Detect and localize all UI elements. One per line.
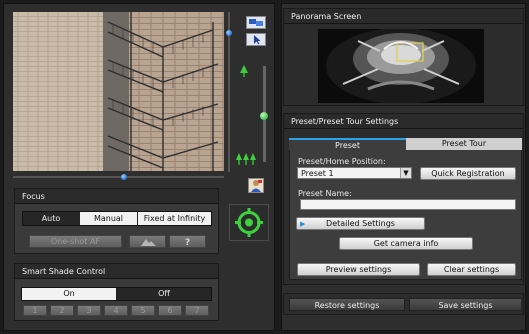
chevron-down-icon: ▼ bbox=[400, 168, 411, 178]
pan-slider-handle[interactable] bbox=[121, 174, 127, 180]
target-icon bbox=[235, 208, 263, 237]
preset-header: Preset/Preset Tour Settings bbox=[284, 114, 523, 129]
zoom-wide-icon bbox=[236, 153, 256, 165]
tab-preset[interactable]: Preset bbox=[289, 138, 406, 150]
save-settings-button[interactable]: Save settings bbox=[409, 298, 522, 311]
screen-capture-icon[interactable] bbox=[246, 16, 266, 29]
focus-header: Focus bbox=[15, 189, 218, 204]
shade-level-5[interactable]: 5 bbox=[131, 305, 155, 316]
preset-name-input[interactable] bbox=[300, 199, 516, 210]
panorama-image bbox=[326, 29, 476, 103]
detailed-settings-button[interactable]: ▶ Detailed Settings bbox=[296, 217, 425, 230]
camera-view[interactable] bbox=[13, 12, 224, 171]
shade-level-4[interactable]: 4 bbox=[104, 305, 128, 316]
tab-preset-tour[interactable]: Preset Tour bbox=[406, 138, 522, 150]
shade-level-1[interactable]: 1 bbox=[23, 305, 47, 316]
home-position-select[interactable]: Preset 1 ▼ bbox=[297, 167, 412, 179]
home-position-label: Preset/Home Position: bbox=[298, 157, 386, 166]
mountain-icon bbox=[140, 239, 156, 246]
shade-level-6[interactable]: 6 bbox=[158, 305, 182, 316]
quick-registration-button[interactable]: Quick Registration bbox=[420, 167, 516, 180]
smart-shade-off-button[interactable]: Off bbox=[117, 288, 211, 300]
pan-slider-track[interactable] bbox=[13, 176, 224, 178]
svg-text:?: ? bbox=[185, 238, 190, 247]
shade-level-7[interactable]: 7 bbox=[185, 305, 209, 316]
cursor-select-icon[interactable] bbox=[246, 33, 266, 46]
shade-level-2[interactable]: 2 bbox=[50, 305, 74, 316]
panorama-view[interactable] bbox=[318, 29, 484, 103]
get-camera-info-button[interactable]: Get camera info bbox=[339, 237, 473, 250]
zoom-tele-icon bbox=[240, 65, 248, 77]
home-position-button[interactable] bbox=[229, 204, 269, 241]
tilt-slider-track[interactable] bbox=[228, 12, 230, 172]
focus-auto-button[interactable]: Auto bbox=[23, 212, 79, 225]
one-shot-af-button[interactable]: One-shot AF bbox=[29, 235, 122, 248]
clear-settings-button[interactable]: Clear settings bbox=[427, 263, 516, 276]
person-detect-icon[interactable] bbox=[248, 178, 264, 193]
focus-near-button[interactable] bbox=[129, 235, 166, 248]
tilt-slider-handle[interactable] bbox=[226, 30, 232, 36]
preview-settings-button[interactable]: Preview settings bbox=[297, 263, 420, 276]
play-triangle-icon: ▶ bbox=[300, 220, 306, 228]
focus-fixed-infinity-button[interactable]: Fixed at Infinity bbox=[138, 212, 211, 225]
smart-shade-on-button[interactable]: On bbox=[22, 288, 116, 300]
camera-image bbox=[13, 12, 224, 171]
focus-help-button[interactable]: ? bbox=[169, 235, 206, 248]
zoom-slider-handle[interactable] bbox=[260, 112, 268, 120]
home-position-value: Preset 1 bbox=[301, 169, 334, 178]
smart-shade-header: Smart Shade Control bbox=[15, 264, 218, 279]
preset-name-label: Preset Name: bbox=[298, 189, 352, 198]
panorama-header: Panorama Screen bbox=[284, 9, 523, 24]
question-icon: ? bbox=[185, 238, 190, 248]
focus-manual-button[interactable]: Manual bbox=[80, 212, 137, 225]
detailed-settings-label: Detailed Settings bbox=[326, 219, 395, 228]
restore-settings-button[interactable]: Restore settings bbox=[289, 298, 405, 311]
shade-level-3[interactable]: 3 bbox=[77, 305, 101, 316]
